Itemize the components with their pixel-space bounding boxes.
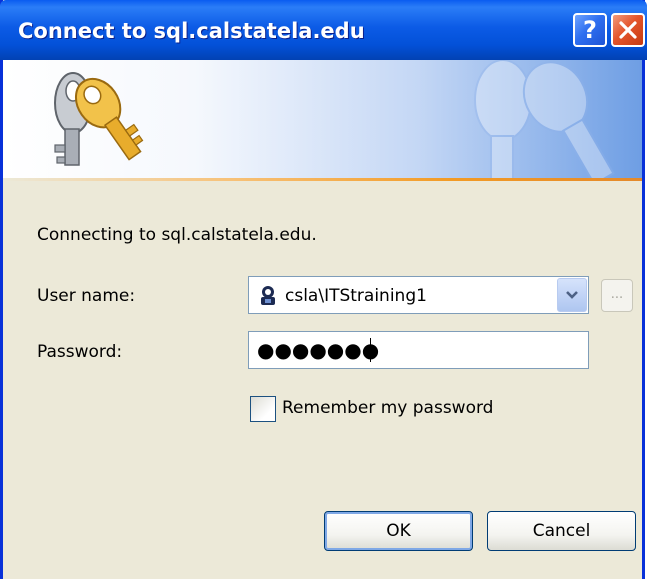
help-icon: ? xyxy=(583,16,597,44)
title-bar[interactable]: Connect to sql.calstatela.edu ? xyxy=(0,0,647,60)
password-mask: ●●●●●●● xyxy=(257,338,380,362)
browse-button[interactable]: ... xyxy=(601,279,633,312)
cancel-button[interactable]: Cancel xyxy=(487,511,636,551)
chevron-down-icon xyxy=(566,291,578,299)
close-icon xyxy=(619,21,637,39)
keys-watermark-icon xyxy=(474,60,615,180)
ok-button[interactable]: OK xyxy=(324,511,473,551)
window-title: Connect to sql.calstatela.edu xyxy=(18,19,365,43)
username-label: User name: xyxy=(37,286,136,306)
password-label: Password: xyxy=(37,342,123,362)
connecting-message: Connecting to sql.calstatela.edu. xyxy=(37,225,317,245)
remember-password-label[interactable]: Remember my password xyxy=(282,398,493,418)
help-button[interactable]: ? xyxy=(573,13,607,47)
dialog-banner xyxy=(3,60,642,180)
remember-password-checkbox[interactable] xyxy=(250,396,276,422)
text-caret xyxy=(370,338,371,362)
username-value: csla\ITStraining1 xyxy=(285,286,427,306)
dialog-window: Connect to sql.calstatela.edu ? Connecti… xyxy=(0,0,647,579)
username-dropdown-button[interactable] xyxy=(557,278,587,312)
password-field[interactable]: ●●●●●●● xyxy=(248,331,589,369)
banner-accent-line xyxy=(3,178,642,181)
user-account-icon xyxy=(261,286,275,305)
close-button[interactable] xyxy=(611,13,645,47)
keys-icon xyxy=(54,72,144,166)
username-combobox[interactable]: csla\ITStraining1 xyxy=(248,276,589,314)
